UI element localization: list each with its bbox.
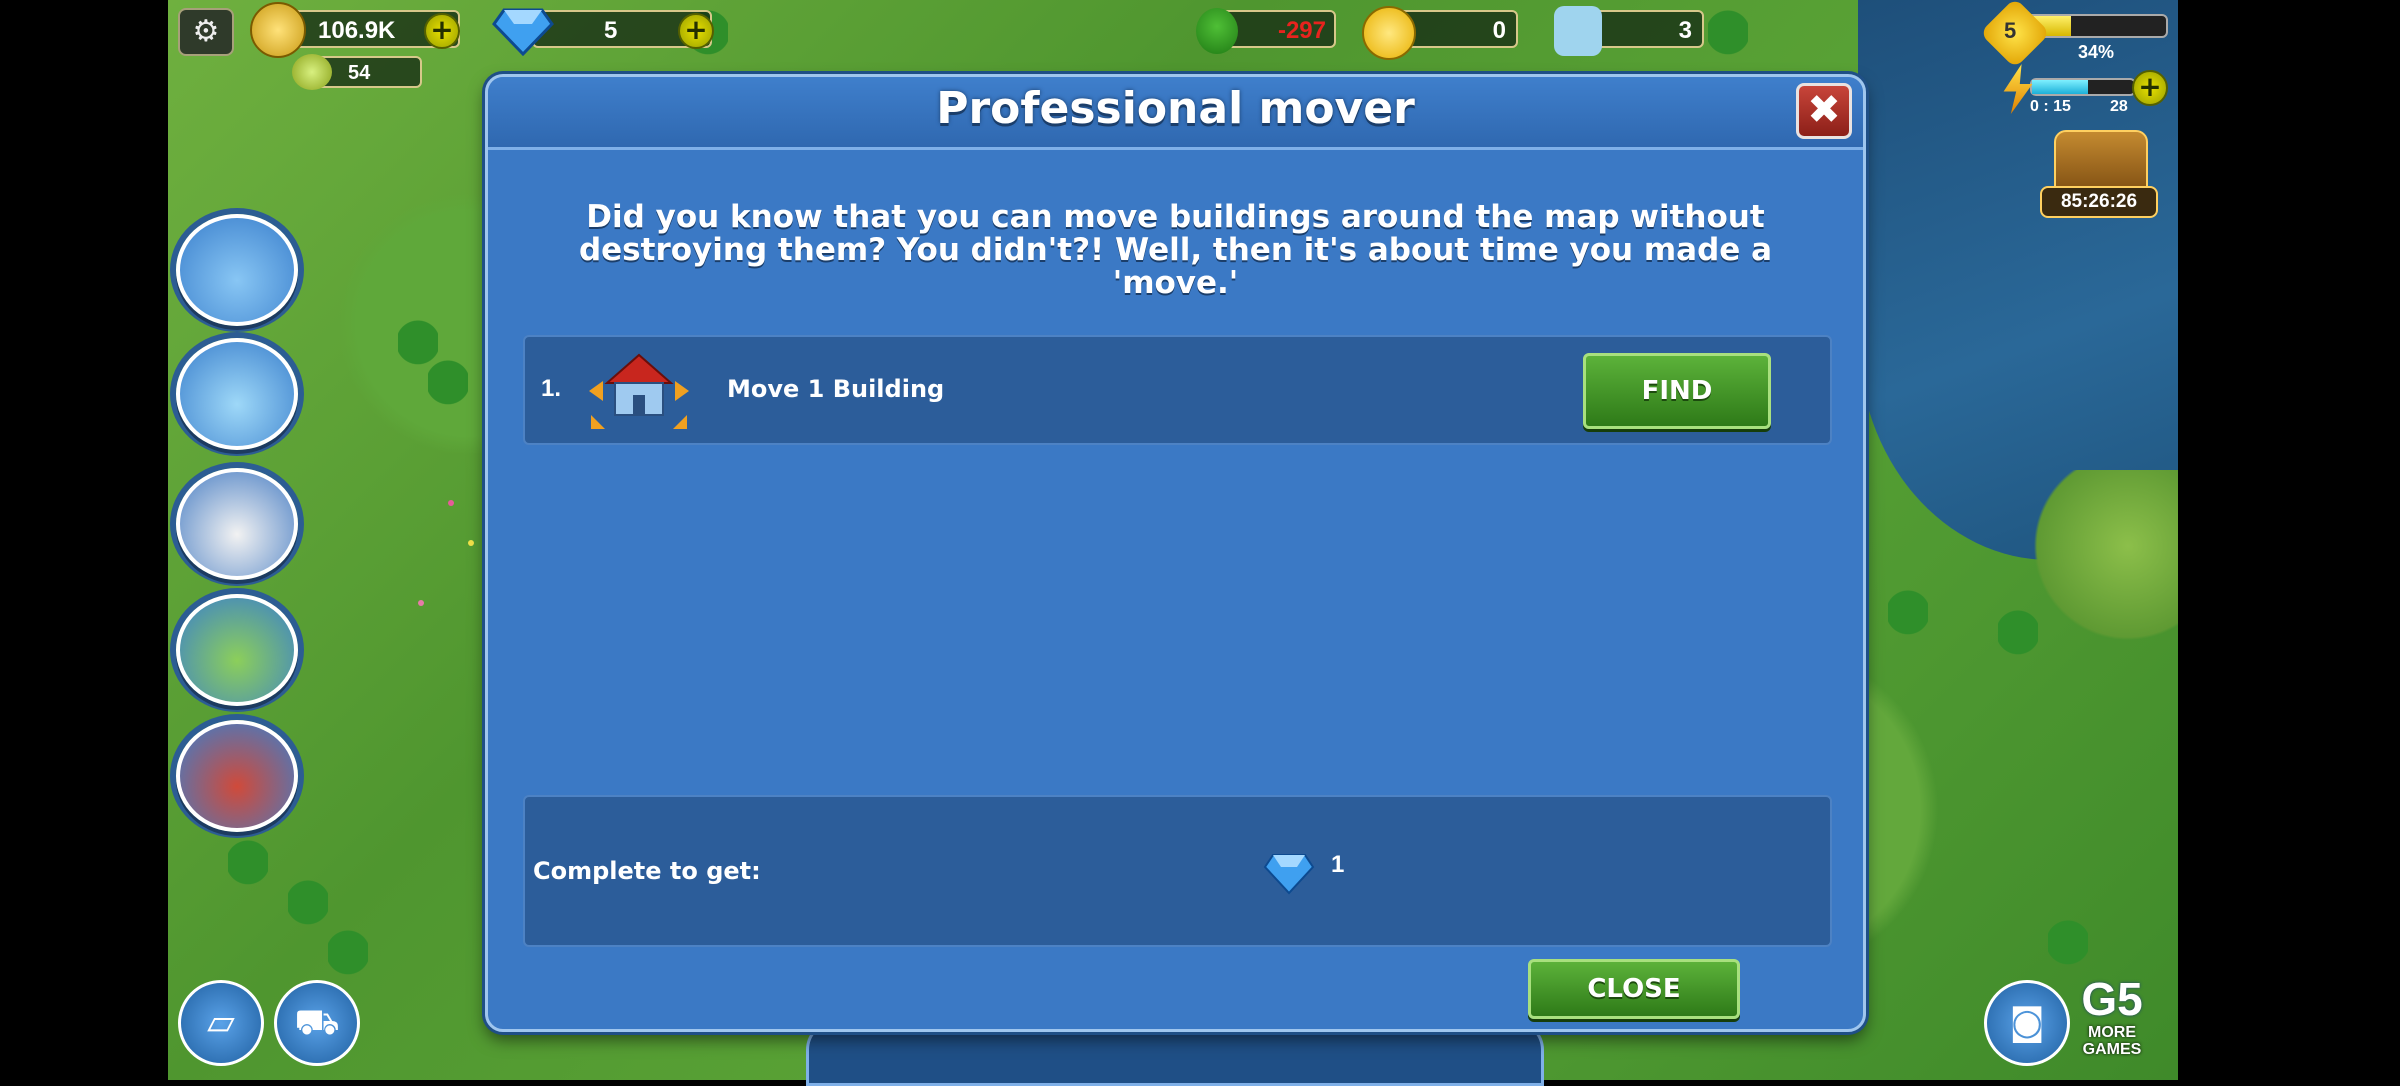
task-row: 1. Move 1 Building FIND <box>523 335 1832 445</box>
people-icon <box>1554 6 1602 56</box>
dialog-header: Professional mover ✖ <box>488 77 1863 150</box>
shop-building-button[interactable] <box>176 214 298 326</box>
tree <box>228 840 268 896</box>
level-value: 5 <box>2004 18 2017 43</box>
happiness-value: 0 <box>1492 17 1506 44</box>
smiley-icon <box>1362 6 1416 60</box>
tree <box>1708 10 1748 66</box>
energy-value: 28 <box>2110 98 2128 115</box>
road-tool-button[interactable]: ▱ <box>178 980 264 1066</box>
camera-side-button[interactable] <box>176 468 298 580</box>
money-bag-icon <box>292 54 332 90</box>
find-button[interactable]: FIND <box>1583 353 1771 429</box>
bulldozer-side-button[interactable] <box>176 594 298 706</box>
tree <box>1998 610 2038 666</box>
task-number: 1. <box>541 375 562 402</box>
tree <box>2048 920 2088 976</box>
gear-icon: ⚙ <box>192 14 220 49</box>
secondary-coins-value: 54 <box>348 62 371 84</box>
g5-logo: G5 <box>2081 973 2143 1025</box>
bulldozer-button[interactable]: ⛟ <box>274 980 360 1066</box>
dialog-close-x-button[interactable]: ✖ <box>1796 83 1852 139</box>
xp-percent: 34% <box>2078 42 2115 62</box>
letterbox-left <box>0 0 168 1080</box>
tree <box>428 360 468 416</box>
hill <box>2028 470 2178 660</box>
tree <box>288 880 328 936</box>
move-building-side-button[interactable] <box>176 720 298 832</box>
move-building-icon <box>589 353 689 429</box>
quest-dialog: Professional mover ✖ Did you know that y… <box>485 74 1866 1032</box>
task-label: Move 1 Building <box>727 375 945 403</box>
road-icon: ▱ <box>207 1002 235 1043</box>
chest-timer: 85:26:26 <box>2040 186 2158 218</box>
add-gems-button[interactable]: + <box>678 13 714 49</box>
gem-icon <box>492 8 554 56</box>
energy-bar <box>2030 78 2136 96</box>
ecology-value: -297 <box>1277 17 1326 44</box>
reward-label: Complete to get: <box>533 857 761 885</box>
energy-timer: 0 : 15 <box>2030 98 2071 115</box>
add-coins-button[interactable]: + <box>424 13 460 49</box>
reward-panel: Complete to get: 1 <box>523 795 1832 947</box>
coins-icon <box>250 2 306 58</box>
energy-bar-fill <box>2032 80 2089 94</box>
reward-value: 1 <box>1331 851 1345 878</box>
camera-button[interactable]: ◙ <box>1984 980 2070 1066</box>
add-energy-button[interactable]: + <box>2132 70 2168 106</box>
tree <box>1888 590 1928 646</box>
flower <box>418 600 424 606</box>
dialog-title: Professional mover <box>936 83 1415 134</box>
close-icon: ✖ <box>1807 87 1841 133</box>
flower <box>448 500 454 506</box>
letterbox-right <box>2178 0 2400 1080</box>
dialog-description: Did you know that you can move buildings… <box>578 199 1773 301</box>
camera-icon: ◙ <box>2009 1002 2045 1043</box>
population-value: 3 <box>1678 17 1692 44</box>
tree-icon <box>1196 8 1238 54</box>
coins-value: 106.9K <box>318 17 396 44</box>
tree <box>328 930 368 986</box>
bulldozer-icon: ⛟ <box>294 1002 340 1043</box>
flower <box>468 540 474 546</box>
recreation-button[interactable] <box>176 338 298 450</box>
gem-icon <box>1263 854 1315 895</box>
more-games-button[interactable]: G5 MORE GAMES <box>2072 974 2152 1064</box>
gems-value: 5 <box>604 17 618 44</box>
more-games-label: MORE GAMES <box>2082 1024 2142 1058</box>
close-button[interactable]: CLOSE <box>1528 959 1740 1019</box>
settings-button[interactable]: ⚙ <box>178 8 234 56</box>
